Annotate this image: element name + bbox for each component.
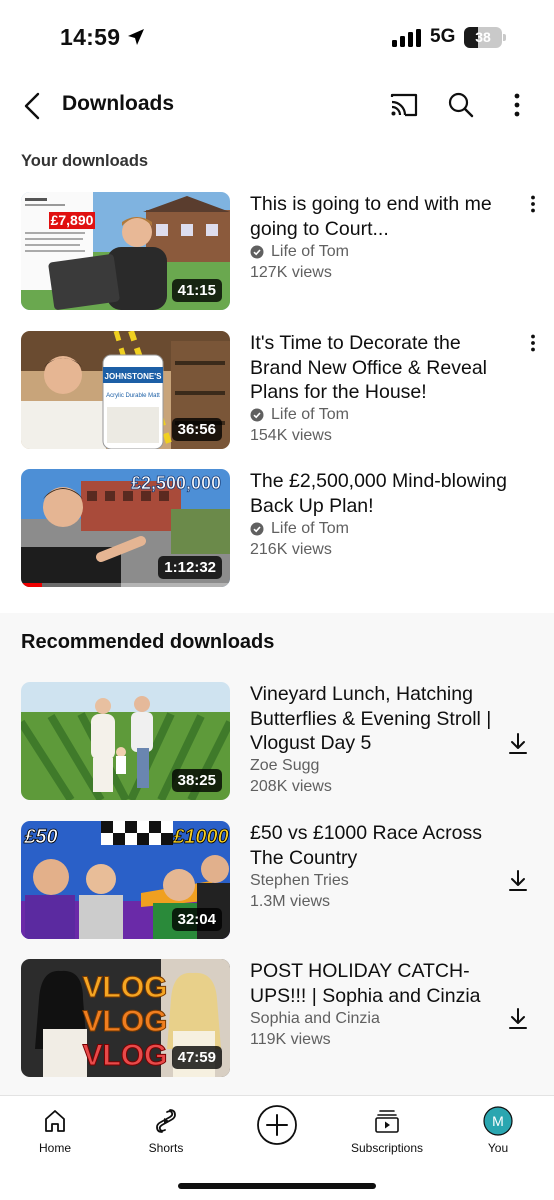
video-duration: 47:59 <box>171 1046 222 1069</box>
video-title[interactable]: It's Time to Decorate the Brand New Offi… <box>250 331 518 405</box>
network-type: 5G <box>430 26 456 47</box>
shorts-icon <box>116 1104 216 1138</box>
view-count: 208K views <box>250 777 332 795</box>
view-count: 119K views <box>250 1030 331 1048</box>
location-arrow-icon <box>128 29 144 45</box>
channel-name[interactable]: Life of Tom <box>271 405 349 426</box>
nav-label: Subscriptions <box>350 1141 424 1155</box>
video-thumbnail[interactable]: £50 £1000 32:04 <box>21 821 230 939</box>
channel-name[interactable]: Life of Tom <box>271 519 349 540</box>
video-title[interactable]: This is going to end with me going to Co… <box>250 192 518 241</box>
video-meta: Life of Tom 154K views <box>250 405 349 446</box>
subscriptions-icon <box>337 1104 437 1138</box>
nav-label: Shorts <box>148 1141 184 1155</box>
thumb-can-label: Acrylic Durable Matt <box>106 393 160 399</box>
your-downloads-heading: Your downloads <box>21 152 149 170</box>
cellular-signal-icon <box>392 29 421 47</box>
nav-label: Home <box>38 1141 71 1155</box>
channel-name[interactable]: Zoe Sugg <box>250 756 332 777</box>
recommended-video-row[interactable]: VLOG VLOG VLOG 47:59 POST HOLIDAY CATCH-… <box>0 959 554 1079</box>
video-meta: Stephen Tries 1.3M views <box>250 871 349 912</box>
thumb-vlog-text-3: VLOG <box>82 1039 167 1072</box>
status-time: 14:59 <box>60 24 121 50</box>
nav-subscriptions[interactable]: Subscriptions <box>337 1104 437 1155</box>
verified-icon <box>250 522 264 536</box>
verified-icon <box>250 245 264 259</box>
status-bar: 14:59 5G 38 <box>0 0 554 76</box>
video-meta: Life of Tom 127K views <box>250 242 349 283</box>
channel-name[interactable]: Sophia and Cinzia <box>250 1009 380 1030</box>
view-count: 127K views <box>250 263 332 281</box>
battery-percent: 38 <box>475 29 491 45</box>
video-duration: 41:15 <box>171 279 222 302</box>
verified-icon <box>250 408 264 422</box>
download-icon[interactable] <box>504 730 532 758</box>
channel-name[interactable]: Stephen Tries <box>250 871 349 892</box>
view-count: 216K views <box>250 540 332 558</box>
thumb-left-text: £50 <box>23 826 57 848</box>
avatar: M <box>448 1104 548 1138</box>
video-meta: Life of Tom 216K views <box>250 519 349 560</box>
recommended-video-row[interactable]: £50 £1000 32:04 £50 vs £1000 Race Across… <box>0 821 554 941</box>
video-duration: 32:04 <box>171 908 222 931</box>
cast-icon[interactable] <box>384 85 424 125</box>
watch-progress-bar <box>21 583 42 587</box>
video-duration: 38:25 <box>171 769 222 792</box>
download-icon[interactable] <box>504 1005 532 1033</box>
watch-progress-track <box>21 583 230 587</box>
view-count: 1.3M views <box>250 892 331 910</box>
video-title[interactable]: Vineyard Lunch, Hatching Butterflies & E… <box>250 682 518 756</box>
video-meta: Zoe Sugg 208K views <box>250 756 332 797</box>
nav-label: You <box>487 1141 509 1155</box>
video-thumbnail[interactable]: 38:25 <box>21 682 230 800</box>
thumb-amount-text: £7,890 <box>51 212 94 228</box>
app-header: Downloads <box>0 76 554 136</box>
page-title: Downloads <box>62 92 175 115</box>
nav-shorts[interactable]: Shorts <box>116 1104 216 1155</box>
video-duration: 36:56 <box>171 418 222 441</box>
video-thumbnail[interactable]: £7,890 41:15 <box>21 192 230 310</box>
battery-icon: 38 <box>464 27 506 48</box>
home-icon <box>5 1104 105 1138</box>
home-indicator <box>178 1183 376 1189</box>
video-duration: 1:12:32 <box>158 556 222 579</box>
recommended-heading: Recommended downloads <box>21 631 275 653</box>
channel-name[interactable]: Life of Tom <box>271 242 349 263</box>
more-vertical-icon[interactable] <box>522 334 544 360</box>
thumb-right-text: £1000 <box>172 826 229 848</box>
download-video-row[interactable]: £7,890 41:15 This is going to end with m… <box>0 192 554 312</box>
download-video-row[interactable]: £2,500,000 1:12:32 The £2,500,000 Mind-b… <box>0 469 554 589</box>
create-plus-icon <box>227 1104 327 1146</box>
video-thumbnail[interactable]: VLOG VLOG VLOG 47:59 <box>21 959 230 1077</box>
more-vertical-icon[interactable] <box>497 85 537 125</box>
video-thumbnail[interactable]: JOHNSTONE'S Acrylic Durable Matt 36:56 <box>21 331 230 449</box>
video-meta: Sophia and Cinzia 119K views <box>250 1009 380 1050</box>
thumb-vlog-text-1: VLOG <box>82 971 167 1004</box>
video-title[interactable]: POST HOLIDAY CATCH-UPS!!! | Sophia and C… <box>250 959 518 1008</box>
nav-home[interactable]: Home <box>5 1104 105 1155</box>
back-arrow-icon[interactable] <box>12 86 52 126</box>
nav-you[interactable]: M You <box>448 1104 548 1155</box>
video-title[interactable]: £50 vs £1000 Race Across The Country <box>250 821 518 870</box>
video-title[interactable]: The £2,500,000 Mind-blowing Back Up Plan… <box>250 469 518 518</box>
thumb-brand-text: JOHNSTONE'S <box>105 372 163 381</box>
avatar-letter: M <box>492 1113 504 1129</box>
thumb-amount-text: £2,500,000 <box>131 473 221 493</box>
download-video-row[interactable]: JOHNSTONE'S Acrylic Durable Matt 36:56 I… <box>0 331 554 451</box>
more-vertical-icon[interactable] <box>522 195 544 221</box>
view-count: 154K views <box>250 426 332 444</box>
download-icon[interactable] <box>504 867 532 895</box>
thumb-vlog-text-2: VLOG <box>82 1005 167 1038</box>
nav-create[interactable] <box>227 1104 327 1149</box>
recommended-video-row[interactable]: 38:25 Vineyard Lunch, Hatching Butterfli… <box>0 682 554 802</box>
search-icon[interactable] <box>441 85 481 125</box>
video-thumbnail[interactable]: £2,500,000 1:12:32 <box>21 469 230 587</box>
